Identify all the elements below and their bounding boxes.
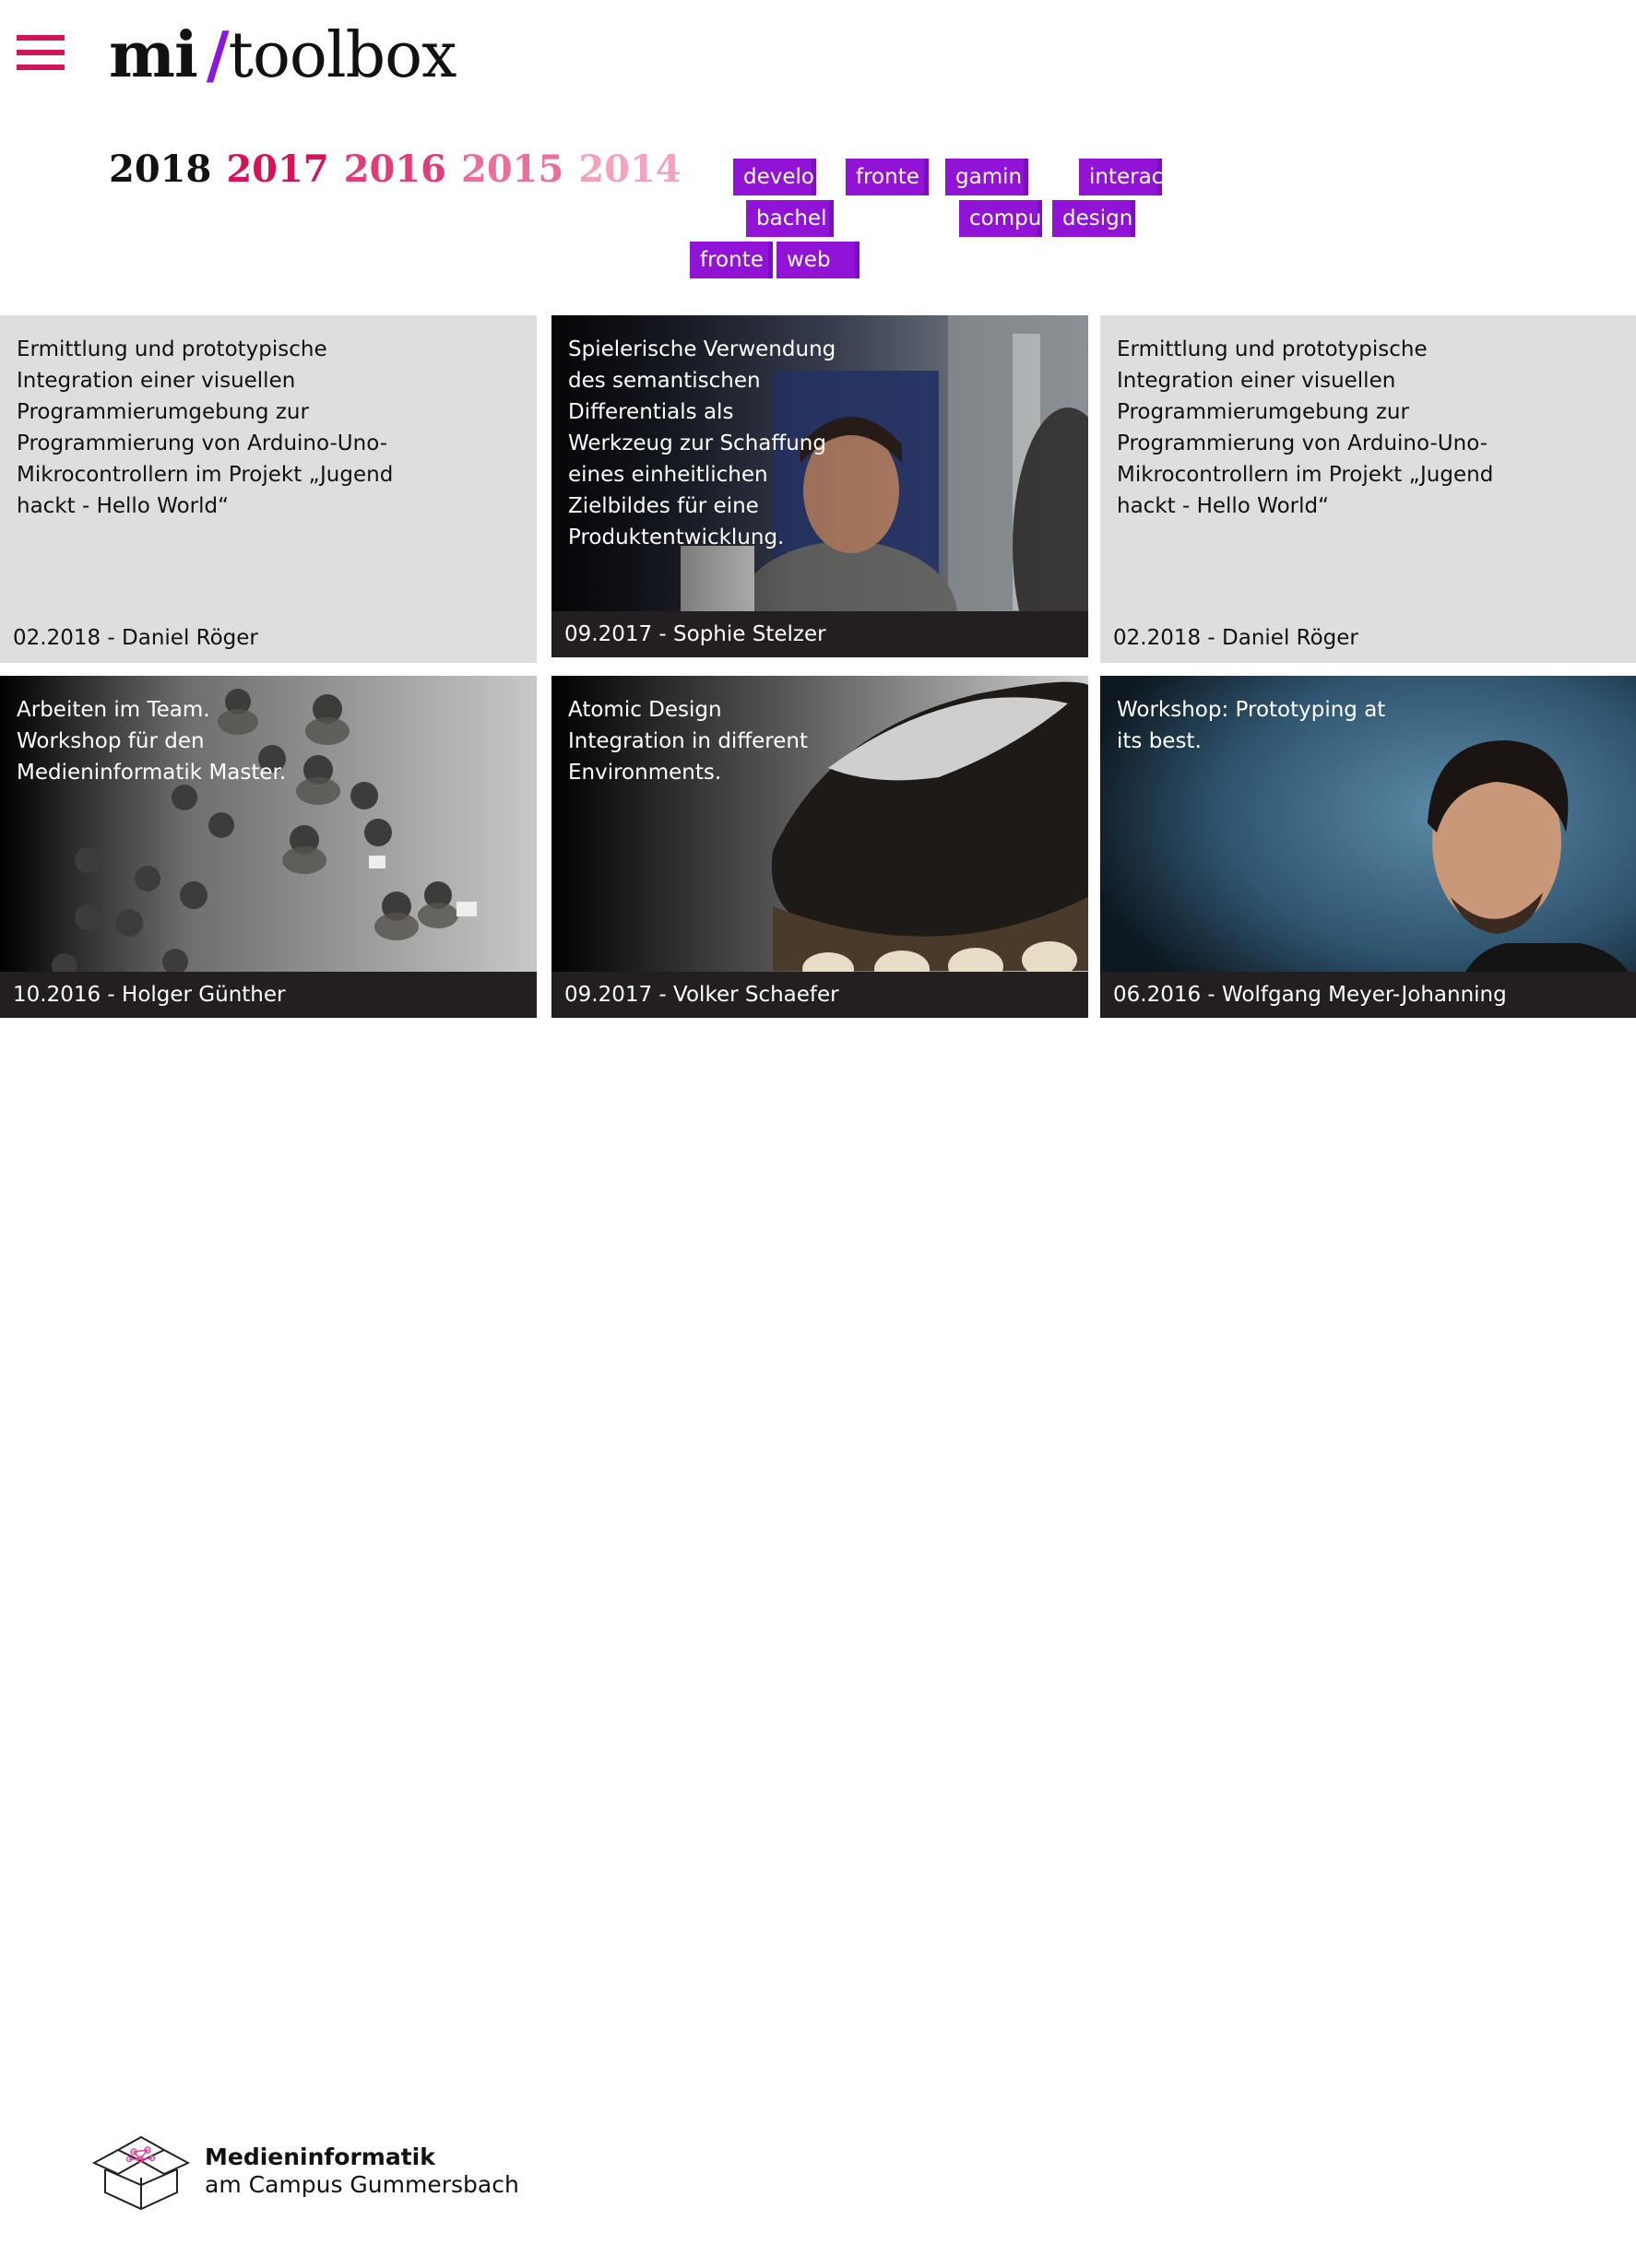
card-meta: 10.2016 - Holger Günther	[0, 972, 537, 1018]
year-2015[interactable]: 2015	[461, 148, 563, 191]
year-filter: 2018 2017 2016 2015 2014	[109, 148, 682, 191]
project-card[interactable]: Spielerische Verwendung des semantischen…	[551, 315, 1088, 657]
card-meta: 02.2018 - Daniel Röger	[1100, 615, 1636, 661]
tag-fronte[interactable]: fronte	[846, 159, 929, 195]
institution-text: Medieninformatik am Campus Gummersbach	[205, 2144, 519, 2199]
logo-toolbox: toolbox	[228, 19, 457, 92]
tag-bachel[interactable]: bachel	[746, 200, 834, 237]
tag-design[interactable]: design	[1052, 200, 1135, 237]
year-2017[interactable]: 2017	[226, 148, 328, 191]
card-title: Workshop: Prototyping at its best.	[1117, 698, 1386, 753]
year-2014[interactable]: 2014	[578, 148, 681, 191]
card-meta: 09.2017 - Volker Schaefer	[551, 972, 1088, 1018]
menu-bar	[17, 50, 65, 55]
project-card[interactable]: Ermittlung und prototypische Integration…	[1100, 315, 1636, 663]
year-2016[interactable]: 2016	[344, 148, 446, 191]
tag-develo[interactable]: develo	[733, 159, 816, 195]
logo-mi: mi	[109, 18, 198, 92]
menu-bar	[17, 65, 65, 70]
card-title: Ermittlung und prototypische Integration…	[1117, 337, 1494, 518]
institution-name: Medieninformatik	[205, 2144, 435, 2170]
project-card[interactable]: Ermittlung und prototypische Integration…	[0, 315, 537, 663]
card-meta: 09.2017 - Sophie Stelzer	[551, 611, 1088, 657]
project-card[interactable]: Atomic Design Integration in different E…	[551, 676, 1088, 1018]
tag-fronte[interactable]: fronte	[690, 242, 773, 278]
tag-compu[interactable]: compu	[959, 200, 1042, 237]
tag-interac[interactable]: interac	[1079, 159, 1162, 195]
card-title: Spielerische Verwendung des semantischen…	[568, 337, 836, 549]
hamburger-menu-icon[interactable]	[17, 31, 66, 74]
card-title: Arbeiten im Team. Workshop für den Medie…	[17, 698, 287, 785]
card-meta: 06.2016 - Wolfgang Meyer-Johanning	[1100, 972, 1636, 1018]
card-meta: 02.2018 - Daniel Röger	[0, 615, 537, 661]
box-network-logo-icon	[92, 2135, 190, 2211]
tag-web[interactable]: web	[777, 242, 859, 278]
institution-logo[interactable]: Medieninformatik am Campus Gummersbach	[92, 2132, 519, 2211]
project-card[interactable]: Workshop: Prototyping at its best. 06.20…	[1100, 676, 1636, 1018]
logo-slash: /	[206, 18, 230, 92]
tag-gamin[interactable]: gamin	[945, 159, 1028, 195]
card-title: Atomic Design Integration in different E…	[568, 698, 809, 785]
year-2018[interactable]: 2018	[109, 148, 211, 191]
menu-bar	[17, 35, 65, 41]
site-logo[interactable]: mi/toolbox	[109, 17, 456, 95]
project-card[interactable]: Arbeiten im Team. Workshop für den Medie…	[0, 676, 537, 1018]
institution-subtitle: am Campus Gummersbach	[205, 2171, 519, 2198]
card-title: Ermittlung und prototypische Integration…	[17, 337, 394, 518]
